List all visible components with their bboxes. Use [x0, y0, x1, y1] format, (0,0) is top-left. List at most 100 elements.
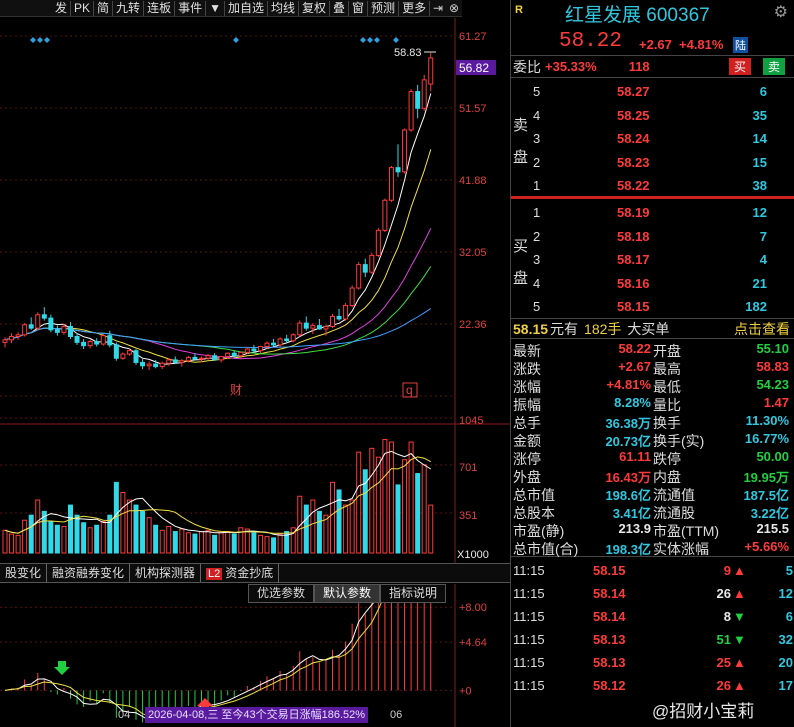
book-row[interactable]: 3 58.24 14 [531, 127, 793, 150]
stat-value: +5.66% [744, 539, 789, 554]
stat-key: 总市值 [513, 487, 555, 503]
event-diamond-icon[interactable] [44, 37, 50, 43]
volume-bar [68, 504, 73, 554]
book-price: 58.25 [617, 107, 650, 123]
book-row[interactable]: 3 58.17 4 [531, 248, 793, 271]
volume-bar [35, 499, 41, 554]
indicator-chart[interactable]: +8.00 +4.64 +0 [0, 584, 510, 727]
candle [212, 353, 218, 361]
stat-row: 市盈(静) 213.9 市盈(TTM) 215.5 [511, 521, 794, 539]
big-order-unit: 元有 [550, 320, 579, 337]
book-level: 2 [533, 154, 541, 170]
volume-bar [15, 534, 21, 554]
book-row[interactable]: 2 58.23 15 [531, 151, 793, 174]
toolbar-item-0[interactable]: 发 [52, 0, 72, 16]
big-order-label: 大买单 [627, 320, 670, 337]
candlestick-chart[interactable]: 61.27 51.57 41.88 32.05 22.36 56.82 58.83 财 q [0, 18, 510, 425]
toolbar-item-6[interactable]: ▼ [206, 0, 225, 16]
toolbar-item-13[interactable]: 更多 [399, 0, 431, 16]
candle [290, 333, 296, 343]
book-row[interactable]: 1 58.19 12 [531, 201, 793, 224]
toolbar-item-1[interactable]: PK [71, 0, 95, 16]
book-row[interactable]: 1 58.22 38 [531, 174, 793, 197]
book-level: 3 [533, 131, 541, 147]
tick-price: 58.13 [593, 655, 626, 670]
tick-row[interactable]: 11:15 58.13 51 ▼ 32 [511, 628, 794, 651]
tick-row[interactable]: 11:15 58.13 25 ▲ 20 [511, 651, 794, 674]
event-diamond-icon[interactable] [233, 37, 239, 43]
stat-value: 3.41亿 [612, 506, 651, 521]
sell-button[interactable]: 卖 [763, 58, 786, 75]
close-icon[interactable]: ⊗ [446, 1, 462, 15]
toolbar-item-4[interactable]: 连板 [144, 0, 176, 16]
tick-list[interactable]: 11:15 58.15 9 ▲ 5 11:15 58.14 26 ▲ 12 11:15 58.14 8 ▼… [511, 557, 794, 697]
event-diamond-icon[interactable] [360, 37, 366, 43]
book-side-char: 买 [513, 238, 529, 255]
book-row[interactable]: 5 58.27 6 [531, 80, 793, 103]
book-row[interactable]: 2 58.18 7 [531, 225, 793, 248]
toolbar-item-5[interactable]: 事件 [175, 0, 207, 16]
tick-row[interactable]: 11:15 58.15 9 ▲ 5 [511, 559, 794, 582]
q-marker[interactable]: q [406, 383, 413, 397]
stat-key: 最高 [653, 361, 681, 377]
volume-bar [415, 473, 421, 554]
volume-bar [133, 504, 139, 554]
volume-bar [205, 529, 211, 554]
tick-row[interactable]: 11:15 58.14 26 ▲ 12 [511, 582, 794, 605]
volume-bar [264, 536, 270, 554]
optimal-params-button[interactable]: 优选参数 [248, 584, 315, 603]
toolbar-item-8[interactable]: 均线 [268, 0, 299, 16]
volume-bar [48, 520, 54, 554]
tick-row[interactable]: 11:15 58.14 8 ▼ 6 [511, 605, 794, 628]
toolbar-item-10[interactable]: 叠 [330, 0, 350, 16]
stat-key: 外盘 [513, 469, 541, 485]
toolbar-item-2[interactable]: 简 [94, 0, 114, 16]
event-diamond-icon[interactable] [37, 37, 43, 43]
volume-bar [369, 447, 375, 554]
tick-row[interactable]: 11:15 58.12 26 ▲ 17 [511, 674, 794, 697]
stat-key: 最低 [653, 379, 681, 395]
tick-volume: 51 [716, 632, 731, 647]
tick-count: 12 [778, 586, 793, 601]
book-row[interactable]: 4 58.25 35 [531, 104, 793, 127]
tab-1[interactable]: 融资融券变化 [47, 564, 131, 582]
l2-badge: L2 [206, 567, 223, 580]
candle [81, 339, 87, 350]
candle [133, 349, 139, 365]
indicator-axis-tick: +0 [459, 685, 472, 697]
candle [277, 337, 283, 347]
view-details-link[interactable]: 点击查看 [734, 319, 790, 339]
toolbar-item-12[interactable]: 预测 [368, 0, 400, 16]
volume-bar [192, 533, 198, 554]
event-diamond-icon[interactable] [30, 37, 36, 43]
indicator-help-button[interactable]: 指标说明 [380, 584, 447, 603]
gear-icon[interactable]: ⚙ [774, 2, 788, 22]
stat-value: 1.47 [763, 395, 789, 410]
toolbar-item-9[interactable]: 复权 [299, 0, 331, 16]
candle [375, 227, 381, 258]
stat-row: 振幅 8.28% 量比 1.47 [511, 395, 794, 413]
volume-chart[interactable]: 1045 701 351 X1000 [0, 408, 510, 563]
tab-2[interactable]: 机构探测器 [130, 564, 202, 582]
candle [428, 52, 434, 92]
event-diamond-icon[interactable] [367, 37, 373, 43]
toolbar-item-11[interactable]: 窗 [349, 0, 369, 16]
tab-3[interactable]: L2 资金抄底 [201, 563, 280, 583]
event-diamond-icon[interactable] [393, 37, 399, 43]
dock-icon[interactable]: ⇥ [430, 1, 446, 15]
candle [310, 323, 316, 334]
stat-row: 金额 20.73亿 换手(实) 16.77% [511, 431, 794, 449]
tab-0[interactable]: 股变化 [0, 564, 48, 582]
default-params-button[interactable]: 默认参数 [314, 584, 381, 603]
event-diamond-icon[interactable] [374, 37, 380, 43]
toolbar-item-7[interactable]: 加自选 [225, 0, 268, 16]
book-row[interactable]: 4 58.16 21 [531, 272, 793, 295]
volume-bar [225, 531, 231, 554]
finance-marker[interactable]: 财 [230, 383, 242, 397]
toolbar-item-3[interactable]: 九转 [113, 0, 145, 16]
volume-bar [54, 524, 60, 554]
sell-signal-arrow-icon[interactable] [54, 661, 70, 675]
book-row[interactable]: 5 58.15 182 [531, 295, 793, 318]
buy-button[interactable]: 买 [729, 58, 752, 75]
volume-bar [140, 510, 146, 554]
